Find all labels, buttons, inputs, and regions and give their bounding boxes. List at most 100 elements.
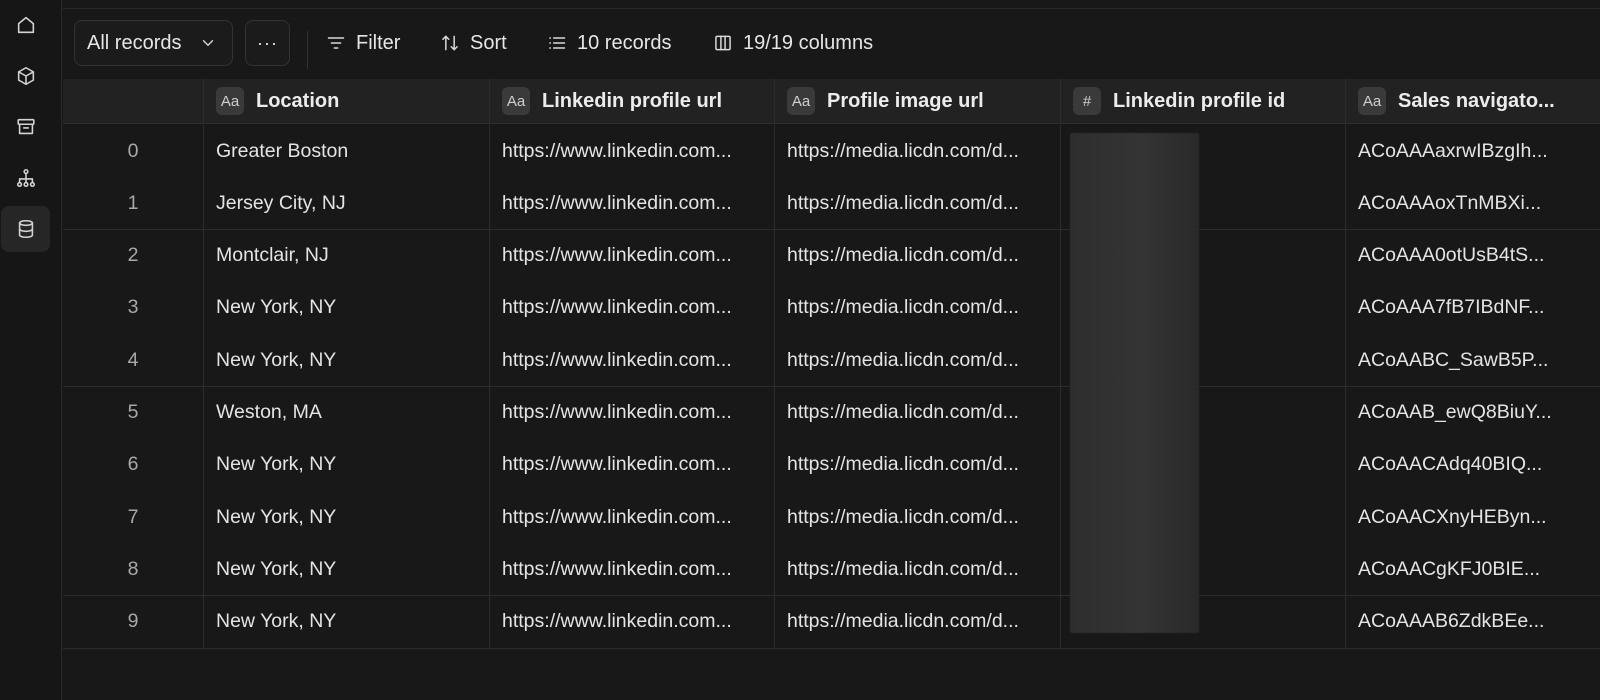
row-index-cell[interactable]: 5 [63, 386, 204, 439]
table-row[interactable]: 6 New York, NY https://www.linkedin.com...… [63, 438, 1600, 492]
sales-nav-cell[interactable]: ACoAAB_ewQ8BiuY... [1346, 387, 1600, 439]
cell-text: 4 [127, 348, 139, 371]
location-cell[interactable]: Greater Boston [204, 125, 490, 177]
cell-text: https://www.linkedin.com... [502, 610, 732, 633]
column-header-label: Linkedin profile url [542, 89, 723, 112]
table-row[interactable]: 7 New York, NY https://www.linkedin.com...… [63, 491, 1600, 545]
column-header-location[interactable]: Aa Location [204, 79, 490, 123]
sales-nav-cell[interactable]: ACoAAAoxTnMBXi... [1346, 177, 1600, 229]
sidebar-item-objects[interactable] [1, 53, 50, 99]
sales-nav-cell[interactable]: ACoAABC_SawB5P... [1346, 334, 1600, 386]
sales-nav-cell[interactable]: ACoAAA7fB7IBdNF... [1346, 282, 1600, 334]
records-count-button[interactable]: 10 records [547, 20, 672, 66]
sales-nav-cell[interactable]: ACoAAA0otUsB4tS... [1346, 230, 1600, 282]
table-row[interactable]: 3 New York, NY https://www.linkedin.com...… [63, 281, 1600, 335]
sort-button[interactable]: Sort [440, 20, 507, 66]
column-header-linkedin-profile-id[interactable]: # Linkedin profile id [1061, 79, 1346, 123]
column-header-label: Location [256, 89, 340, 112]
row-index-cell[interactable]: 0 [63, 125, 204, 177]
location-cell[interactable]: New York, NY [204, 491, 490, 544]
sales-nav-cell[interactable]: ACoAACgKFJ0BIE... [1346, 543, 1600, 595]
row-index-cell[interactable]: 7 [63, 491, 204, 544]
column-header-linkedin-profile-url[interactable]: Aa Linkedin profile url [490, 79, 775, 123]
cell-text: 5 [127, 401, 139, 423]
ellipsis-icon: ··· [257, 32, 278, 53]
row-index-cell[interactable]: 2 [63, 229, 204, 282]
row-index-cell[interactable]: 8 [63, 543, 204, 596]
image-url-cell[interactable]: https://media.licdn.com/d... [775, 386, 1061, 439]
sales-nav-cell[interactable]: ACoAACXnyHEByn... [1346, 491, 1600, 543]
view-selector-label: All records [87, 31, 182, 54]
image-url-cell[interactable]: https://media.licdn.com/d... [775, 438, 1061, 491]
image-url-cell[interactable]: https://media.licdn.com/d... [775, 543, 1061, 596]
columns-button[interactable]: 19/19 columns [713, 20, 873, 66]
linkedin-url-cell[interactable]: https://www.linkedin.com... [490, 595, 775, 648]
archive-icon [16, 118, 35, 135]
cell-text: ACoAACAdq40BIQ... [1358, 453, 1543, 476]
linkedin-url-cell[interactable]: https://www.linkedin.com... [490, 334, 775, 387]
sales-nav-cell[interactable]: ACoAACAdq40BIQ... [1346, 439, 1600, 491]
top-divider [63, 0, 1600, 9]
linkedin-url-cell[interactable]: https://www.linkedin.com... [490, 491, 775, 544]
row-index-cell[interactable]: 6 [63, 438, 204, 491]
image-url-cell[interactable]: https://media.licdn.com/d... [775, 229, 1061, 282]
linkedin-url-cell[interactable]: https://www.linkedin.com... [490, 177, 775, 230]
cell-text: ACoAAAB6ZdkBEe... [1358, 610, 1545, 633]
view-selector[interactable]: All records [74, 20, 233, 66]
linkedin-url-cell[interactable]: https://www.linkedin.com... [490, 125, 775, 177]
linkedin-url-cell[interactable]: https://www.linkedin.com... [490, 229, 775, 282]
location-cell[interactable]: Montclair, NJ [204, 229, 490, 282]
cell-text: https://www.linkedin.com... [502, 557, 732, 580]
row-index-cell[interactable]: 9 [63, 595, 204, 648]
column-header-profile-image-url[interactable]: Aa Profile image url [775, 79, 1061, 123]
table-row[interactable]: 5 Weston, MA https://www.linkedin.com... ht… [63, 386, 1600, 440]
table-row[interactable]: 2 Montclair, NJ https://www.linkedin.com..… [63, 229, 1600, 283]
sidebar-item-home[interactable] [1, 2, 50, 48]
linkedin-url-cell[interactable]: https://www.linkedin.com... [490, 543, 775, 596]
sidebar-item-archive[interactable] [1, 104, 50, 150]
table-row[interactable]: 0 Greater Boston https://www.linkedin.com.… [63, 125, 1600, 178]
location-cell[interactable]: New York, NY [204, 334, 490, 387]
sidebar-item-hierarchy[interactable] [1, 155, 50, 201]
table-row[interactable]: 4 New York, NY https://www.linkedin.com...… [63, 334, 1600, 388]
sales-nav-cell[interactable]: ACoAAAB6ZdkBEe... [1346, 596, 1600, 648]
cell-text: ACoAAA7fB7IBdNF... [1358, 296, 1545, 319]
image-url-cell[interactable]: https://media.licdn.com/d... [775, 491, 1061, 544]
location-cell[interactable]: New York, NY [204, 543, 490, 596]
toolbar-divider [307, 31, 308, 69]
location-cell[interactable]: New York, NY [204, 438, 490, 491]
location-cell[interactable]: Jersey City, NJ [204, 177, 490, 230]
image-url-cell[interactable]: https://media.licdn.com/d... [775, 281, 1061, 334]
sidebar-item-database[interactable] [1, 206, 50, 252]
home-icon [17, 16, 34, 34]
linkedin-url-cell[interactable]: https://www.linkedin.com... [490, 386, 775, 439]
hierarchy-icon [16, 168, 35, 188]
location-cell[interactable]: New York, NY [204, 281, 490, 334]
column-header-sales-navigator[interactable]: Aa Sales navigato... [1346, 79, 1600, 123]
row-index-cell[interactable]: 1 [63, 177, 204, 230]
linkedin-url-cell[interactable]: https://www.linkedin.com... [490, 438, 775, 491]
more-options-button[interactable]: ··· [245, 20, 290, 66]
list-icon [549, 37, 566, 49]
linkedin-url-cell[interactable]: https://www.linkedin.com... [490, 281, 775, 334]
table-row[interactable]: 9 New York, NY https://www.linkedin.com...… [63, 595, 1600, 649]
cell-text: 6 [127, 453, 139, 476]
sales-nav-cell[interactable]: ACoAAAaxrwIBzgIh... [1346, 125, 1600, 177]
sort-label: Sort [470, 31, 507, 54]
filter-button[interactable]: Filter [326, 20, 400, 66]
table-row[interactable]: 8 New York, NY https://www.linkedin.com...… [63, 543, 1600, 597]
cell-text: https://media.licdn.com/d... [787, 244, 1019, 267]
image-url-cell[interactable]: https://media.licdn.com/d... [775, 177, 1061, 230]
image-url-cell[interactable]: https://media.licdn.com/d... [775, 125, 1061, 177]
text-type-icon: Aa [216, 87, 244, 115]
location-cell[interactable]: New York, NY [204, 595, 490, 648]
image-url-cell[interactable]: https://media.licdn.com/d... [775, 595, 1061, 648]
location-cell[interactable]: Weston, MA [204, 386, 490, 439]
row-index-cell[interactable]: 3 [63, 281, 204, 334]
cell-text: https://www.linkedin.com... [502, 505, 732, 528]
cell-text: https://media.licdn.com/d... [787, 139, 1019, 162]
row-index-cell[interactable]: 4 [63, 334, 204, 387]
image-url-cell[interactable]: https://media.licdn.com/d... [775, 334, 1061, 387]
table-row[interactable]: 1 Jersey City, NJ https://www.linkedin.com… [63, 177, 1600, 231]
cell-text: Jersey City, NJ [216, 191, 346, 214]
